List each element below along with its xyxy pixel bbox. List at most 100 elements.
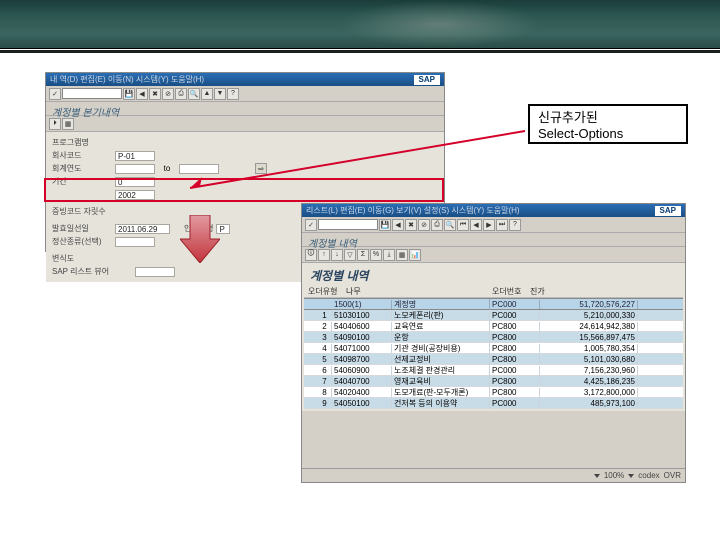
menu-bar[interactable]: 내 역(D) 편집(E) 이동(N) 시스템(Y) 도움말(H)	[50, 74, 204, 85]
page-up-icon[interactable]: ▲	[201, 88, 213, 100]
cell-idx: 8	[318, 388, 332, 397]
triangle-icon	[628, 474, 634, 478]
print-icon[interactable]: ⎙	[431, 219, 443, 231]
prev-page-icon[interactable]: ◀	[470, 219, 482, 231]
exit-icon[interactable]: ✖	[405, 219, 417, 231]
status-zoom: 100%	[604, 471, 624, 480]
sap-window-result: 리스트(L) 편집(E) 이동(G) 보기(V) 설정(S) 시스템(Y) 도움…	[301, 203, 686, 483]
layout-icon[interactable]: ▦	[396, 249, 408, 261]
cell-text: 노모케폰리(판)	[392, 310, 490, 321]
command-field[interactable]	[318, 219, 378, 230]
last-page-icon[interactable]: ⏭	[496, 219, 508, 231]
print-icon[interactable]: ⎙	[175, 88, 187, 100]
check-icon[interactable]: ✓	[49, 88, 61, 100]
standard-toolbar: ✓ 💾 ◀ ✖ ⊘ ⎙ 🔍 ▲ ▼ ?	[46, 86, 444, 102]
grid-header: 1500(1) 계정명 PC000 51,720,576,227	[304, 298, 683, 310]
save-icon[interactable]: 💾	[123, 88, 135, 100]
table-row[interactable]: 554098700선제교정비PC8005,101,030,680	[304, 354, 683, 365]
cell-cost: PC000	[490, 311, 540, 320]
col-cost[interactable]: PC000	[490, 300, 540, 309]
sap-logo: SAP	[655, 206, 681, 216]
divider	[0, 50, 720, 53]
table-row[interactable]: 654060900노조체결 판경관리PC0007,156,230,960	[304, 365, 683, 376]
next-page-icon[interactable]: ▶	[483, 219, 495, 231]
sum-icon[interactable]: Σ	[357, 249, 369, 261]
cancel-icon[interactable]: ⊘	[162, 88, 174, 100]
cell-text: 영재교육비	[392, 376, 490, 387]
screen-title-row: 계정별 본기내역	[46, 102, 444, 116]
col-account[interactable]: 1500(1)	[332, 300, 392, 309]
back-icon[interactable]: ◀	[392, 219, 404, 231]
cell-text: 도모개료(판-모두개론)	[392, 387, 490, 398]
help-icon[interactable]: ?	[227, 88, 239, 100]
input-fiyear-to[interactable]	[179, 164, 219, 174]
cancel-icon[interactable]: ⊘	[418, 219, 430, 231]
command-field[interactable]	[62, 88, 122, 99]
label-keydate: 발효일선일	[52, 223, 112, 234]
status-client: codex	[638, 471, 659, 480]
sort-asc-icon[interactable]: ↑	[318, 249, 330, 261]
exit-icon[interactable]: ✖	[149, 88, 161, 100]
find-icon[interactable]: 🔍	[188, 88, 200, 100]
table-row[interactable]: 854020400도모개료(판-모두개론)PC8003,172,800,000	[304, 387, 683, 398]
label-saplist: SAP 리스트 뷰어	[52, 266, 132, 277]
export-icon[interactable]: ⤓	[383, 249, 395, 261]
save-icon[interactable]: 💾	[379, 219, 391, 231]
cell-idx: 9	[318, 399, 332, 408]
cell-text: 건저복 등의 이용약	[392, 398, 490, 409]
graphic-icon[interactable]: 📊	[409, 249, 421, 261]
col-amount[interactable]: 51,720,576,227	[540, 300, 638, 309]
table-row[interactable]: 354090100운항PC80015,566,897,475	[304, 332, 683, 343]
help-icon[interactable]: ?	[509, 219, 521, 231]
menu-bar[interactable]: 리스트(L) 편집(E) 이동(G) 보기(V) 설정(S) 시스템(Y) 도움…	[306, 205, 520, 216]
annotation-callout: 신규추가된 Select-Options	[528, 104, 688, 144]
input-fiyear-from[interactable]	[115, 164, 155, 174]
table-row[interactable]: 151030100노모케폰리(판)PC0005,210,000,330	[304, 310, 683, 321]
label-chart: 증빙코드 자릿수	[52, 206, 112, 217]
title-bar: 리스트(L) 편집(E) 이동(G) 보기(V) 설정(S) 시스템(Y) 도움…	[302, 204, 685, 217]
cell-account: 54090100	[332, 333, 392, 342]
back-icon[interactable]: ◀	[136, 88, 148, 100]
table-row[interactable]: 454071000기관 경비(공장비용)PC8001,005,780,354	[304, 343, 683, 354]
input-keydate[interactable]: 2011.06.29	[115, 224, 170, 234]
table-row[interactable]: 254040600교육연료PC80024,614,942,380	[304, 321, 683, 332]
status-server: OVR	[664, 471, 681, 480]
cell-amount: 7,156,230,960	[540, 366, 638, 375]
detail-icon[interactable]: 🛈	[305, 249, 317, 261]
input-saplist[interactable]	[135, 267, 175, 277]
sap-logo: SAP	[414, 75, 440, 85]
cell-amount: 485,973,100	[540, 399, 638, 408]
execute-icon[interactable]: ⏵	[49, 118, 61, 130]
page-down-icon[interactable]: ▼	[214, 88, 226, 100]
cell-cost: PC800	[490, 322, 540, 331]
table-row[interactable]: 954050100건저복 등의 이용약PC000485,973,100	[304, 398, 683, 409]
filter-icon[interactable]: ▽	[344, 249, 356, 261]
cell-amount: 1,005,780,354	[540, 344, 638, 353]
cell-account: 54071000	[332, 344, 392, 353]
input-account[interactable]	[115, 237, 155, 247]
subtotal-icon[interactable]: %	[370, 249, 382, 261]
sub-val-1: 나무	[346, 286, 378, 297]
cell-account: 54098700	[332, 355, 392, 364]
grid-subheader: 오더유형 나무 오더번호 진가	[304, 286, 683, 298]
check-icon[interactable]: ✓	[305, 219, 317, 231]
message-icon	[594, 474, 600, 478]
first-page-icon[interactable]: ⏮	[457, 219, 469, 231]
cell-cost: PC800	[490, 377, 540, 386]
multiple-selection-icon[interactable]: ⇨	[255, 163, 267, 174]
sort-desc-icon[interactable]: ↓	[331, 249, 343, 261]
label-to: to	[158, 164, 176, 173]
alv-toolbar: 🛈 ↑ ↓ ▽ Σ % ⤓ ▦ 📊	[302, 247, 685, 263]
status-bar: 100% codex OVR	[302, 468, 685, 482]
cell-amount: 15,566,897,475	[540, 333, 638, 342]
standard-toolbar: ✓ 💾 ◀ ✖ ⊘ ⎙ 🔍 ⏮ ◀ ▶ ⏭ ?	[302, 217, 685, 233]
cell-account: 54040600	[332, 322, 392, 331]
table-row[interactable]: 754040700영재교육비PC8004,425,186,235	[304, 376, 683, 387]
col-text[interactable]: 계정명	[392, 299, 490, 310]
cell-cost: PC800	[490, 333, 540, 342]
input-cocode[interactable]: P-01	[115, 151, 155, 161]
alv-grid-area: 계정별 내역 오더유형 나무 오더번호 진가 1500(1) 계정명 PC000…	[302, 263, 685, 411]
label-program: 프로그램명	[52, 137, 112, 148]
find-icon[interactable]: 🔍	[444, 219, 456, 231]
variant-icon[interactable]: ▦	[62, 118, 74, 130]
